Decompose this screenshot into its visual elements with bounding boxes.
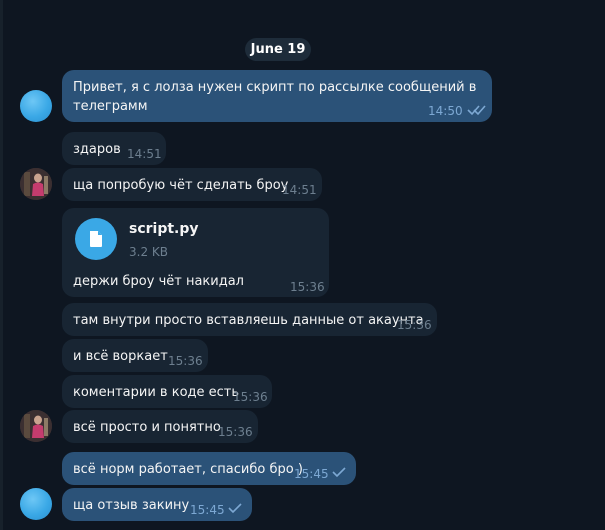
- date-separator: June 19: [245, 38, 311, 61]
- message-bubble[interactable]: здаров 14:51: [62, 132, 166, 165]
- avatar-photo-icon: [20, 410, 52, 442]
- check-icon: [228, 503, 242, 514]
- message-bubble[interactable]: и всё воркает 15:36: [62, 339, 208, 372]
- avatar[interactable]: [20, 410, 52, 442]
- message-time: 14:51: [282, 183, 317, 197]
- message-bubble[interactable]: коментарии в коде есть 15:36: [62, 375, 272, 408]
- message-bubble[interactable]: ща отзыв закину 15:45: [62, 488, 252, 521]
- message-text: ща попробую чёт сделать броу: [73, 178, 289, 193]
- message-text: Привет, я с лолза нужен скрипт по рассыл…: [73, 80, 477, 95]
- file-message-bubble[interactable]: script.py 3.2 KB держи броу чёт накидал …: [62, 208, 329, 297]
- message-text: ща отзыв закину: [73, 498, 190, 513]
- file-download-button[interactable]: [75, 218, 117, 260]
- message-text: держи броу чёт накидал: [73, 274, 244, 289]
- message-text: телеграмм: [73, 99, 148, 114]
- message-time: 15:45: [190, 503, 225, 517]
- message-bubble[interactable]: ща попробую чёт сделать броу 14:51: [62, 168, 322, 201]
- avatar[interactable]: [20, 90, 52, 122]
- message-time: 15:36: [397, 318, 432, 332]
- message-bubble[interactable]: всё норм работает, спасибо бро ) 15:45: [62, 452, 356, 485]
- message-text: всё просто и понятно: [73, 420, 221, 435]
- message-time: 15:36: [233, 390, 268, 404]
- file-name[interactable]: script.py: [129, 220, 199, 239]
- message-text: и всё воркает: [73, 349, 168, 364]
- check-icon: [332, 467, 346, 478]
- message-time: 14:51: [127, 147, 162, 161]
- message-text: всё норм работает, спасибо бро ): [73, 462, 303, 477]
- message-time: 15:45: [294, 467, 329, 481]
- sidebar-edge: [0, 0, 3, 530]
- avatar[interactable]: [20, 488, 52, 520]
- message-time: 15:36: [168, 354, 203, 368]
- message-bubble[interactable]: всё просто и понятно 15:36: [62, 410, 258, 443]
- double-check-icon: [467, 105, 486, 116]
- avatar-photo-icon: [20, 168, 52, 200]
- avatar[interactable]: [20, 168, 52, 200]
- message-time: 15:36: [218, 425, 253, 439]
- message-bubble[interactable]: Привет, я с лолза нужен скрипт по рассыл…: [62, 70, 492, 122]
- file-icon: [90, 231, 102, 247]
- message-text: здаров: [73, 142, 121, 157]
- message-text: коментарии в коде есть: [73, 385, 240, 400]
- message-bubble[interactable]: там внутри просто вставляешь данные от а…: [62, 303, 437, 336]
- message-text: там внутри просто вставляешь данные от а…: [73, 313, 424, 328]
- message-time: 14:50: [428, 104, 463, 118]
- file-size: 3.2 KB: [129, 245, 168, 259]
- message-time: 15:36: [290, 280, 325, 294]
